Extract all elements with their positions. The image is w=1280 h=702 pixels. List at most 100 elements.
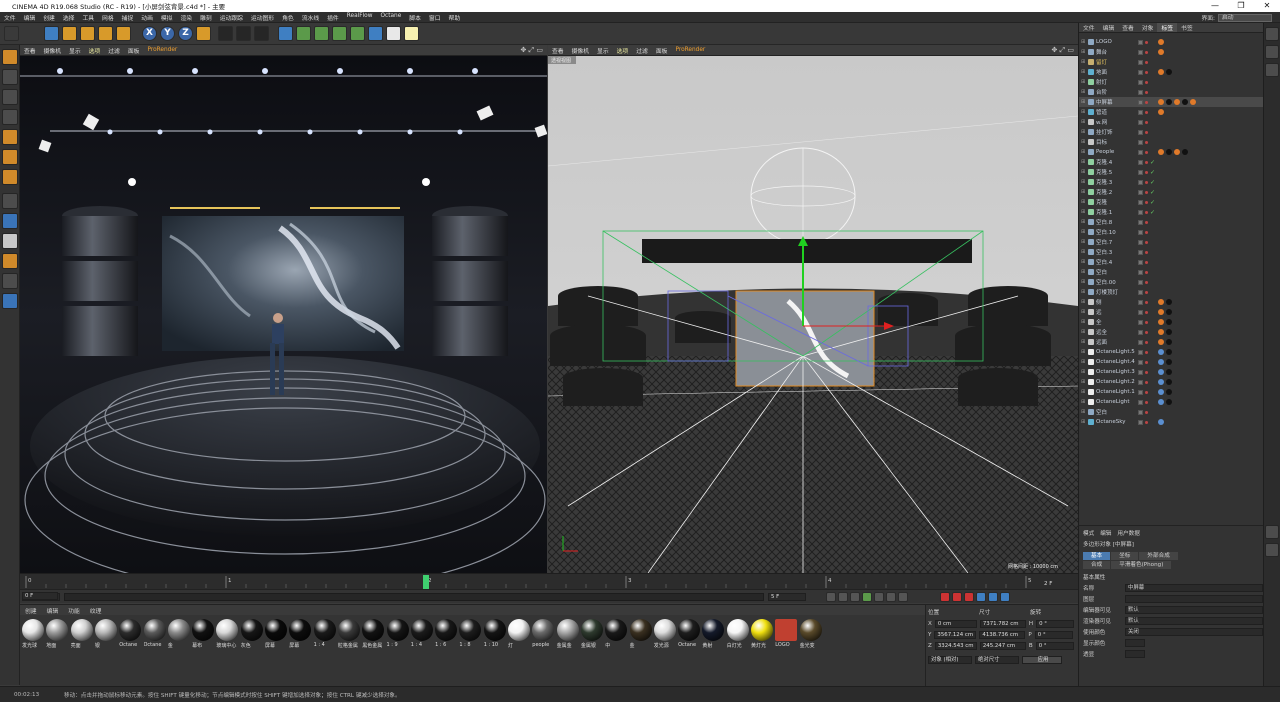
material-swatch[interactable]: 屏幕 <box>289 619 312 651</box>
render-dot-icon[interactable] <box>1145 130 1148 134</box>
visibility-icon[interactable] <box>1138 99 1143 105</box>
object-row[interactable]: ⊞ 克隆.4 ✓ <box>1079 157 1264 167</box>
menu-item[interactable]: RealFlow <box>343 13 377 22</box>
expand-toggle-icon[interactable]: ⊞ <box>1081 359 1085 365</box>
menu-item[interactable]: 创建 <box>39 13 59 22</box>
visibility-icon[interactable] <box>1138 369 1143 375</box>
tag-icon[interactable] <box>1166 399 1172 405</box>
render-dot-icon[interactable] <box>1145 340 1148 344</box>
material-swatch[interactable]: 发光球 <box>22 619 44 651</box>
visibility-icon[interactable] <box>1138 379 1143 385</box>
object-row[interactable]: ⊞ OctaneLight.1 <box>1079 387 1264 397</box>
object-row[interactable]: ⊞ w.网 <box>1079 117 1264 127</box>
tag-icon[interactable] <box>1158 69 1164 75</box>
tag-icon[interactable] <box>1158 149 1164 155</box>
spline-pen-icon[interactable] <box>296 26 311 41</box>
tag-icon[interactable] <box>1174 99 1180 105</box>
material-swatch[interactable]: 亮面 <box>70 619 93 651</box>
autokey-icon[interactable] <box>952 592 962 602</box>
menu-item[interactable]: 运动跟踪 <box>216 13 247 22</box>
objects-tab-icon[interactable] <box>1265 27 1279 41</box>
visibility-icon[interactable] <box>1138 49 1143 55</box>
vp2-menu-display[interactable]: 显示 <box>593 46 613 55</box>
material-swatch[interactable]: 白灯光 <box>726 619 749 651</box>
visibility-icon[interactable] <box>1138 339 1143 345</box>
material-swatch[interactable]: 屏幕 <box>265 619 287 651</box>
coord-size-field[interactable]: 245.247 cm <box>979 641 1026 650</box>
nurbs-icon[interactable] <box>314 26 329 41</box>
visibility-icon[interactable] <box>1138 79 1143 85</box>
render-dot-icon[interactable] <box>1145 210 1148 214</box>
snap-icon[interactable] <box>2 233 18 249</box>
enabled-check-icon[interactable]: ✓ <box>1150 209 1155 216</box>
tag-icon[interactable] <box>1166 369 1172 375</box>
tag-icon[interactable] <box>1166 339 1172 345</box>
expand-toggle-icon[interactable]: ⊞ <box>1081 89 1085 95</box>
coord-mode-select[interactable]: 对象 (相对) <box>928 655 972 664</box>
expand-toggle-icon[interactable]: ⊞ <box>1081 149 1085 155</box>
layout-select[interactable]: 启动 <box>1218 13 1272 22</box>
material-menu-item[interactable]: 创建 <box>20 606 42 615</box>
object-row[interactable]: ⊞ 克隆.3 ✓ <box>1079 177 1264 187</box>
next-frame-icon[interactable] <box>874 592 884 602</box>
position-key-icon[interactable] <box>976 592 986 602</box>
render-dot-icon[interactable] <box>1145 200 1148 204</box>
viewport-perspective[interactable]: 查看 摄像机 显示 选项 过滤 面板 ProRender ✥ ⤢ ▭ 透视视图 <box>548 45 1078 573</box>
tag-icon[interactable] <box>1158 99 1164 105</box>
object-manager-tab[interactable]: 对象 <box>1138 23 1158 32</box>
tag-icon[interactable] <box>1158 39 1164 45</box>
visibility-icon[interactable] <box>1138 419 1143 425</box>
object-row[interactable]: ⊞ People <box>1079 147 1264 157</box>
render-dot-icon[interactable] <box>1145 260 1148 264</box>
menu-item[interactable]: Octane <box>376 13 405 22</box>
tag-icon[interactable] <box>1158 299 1164 305</box>
material-swatch[interactable]: LOGO <box>775 619 798 651</box>
render-dot-icon[interactable] <box>1145 180 1148 184</box>
record-key-icon[interactable] <box>940 592 950 602</box>
current-frame-field[interactable]: 0 F <box>22 592 58 600</box>
tag-icon[interactable] <box>1166 149 1172 155</box>
rotation-key-icon[interactable] <box>1000 592 1010 602</box>
menu-item[interactable]: 帮助 <box>445 13 465 22</box>
coord-position-field[interactable]: 0 cm <box>934 619 977 628</box>
material-swatch[interactable]: 1 : 8 <box>459 619 482 651</box>
expand-toggle-icon[interactable]: ⊞ <box>1081 179 1085 185</box>
object-row[interactable]: ⊞ OctaneLight.4 <box>1079 357 1264 367</box>
render-dot-icon[interactable] <box>1145 60 1148 64</box>
attribute-field-value[interactable] <box>1125 594 1263 603</box>
tag-icon[interactable] <box>1158 419 1164 425</box>
expand-toggle-icon[interactable]: ⊞ <box>1081 369 1085 375</box>
tag-icon[interactable] <box>1190 99 1196 105</box>
menu-item[interactable]: 捕捉 <box>118 13 138 22</box>
visibility-icon[interactable] <box>1138 299 1143 305</box>
material-swatch[interactable]: 灯 <box>508 619 530 651</box>
menu-item[interactable]: 模拟 <box>157 13 177 22</box>
menu-item[interactable]: 渲染 <box>176 13 196 22</box>
vp1-menu-options[interactable]: 选项 <box>85 46 105 55</box>
attribute-tab[interactable]: 平滑着色(Phong) <box>1111 560 1172 569</box>
object-row[interactable]: ⊞ 远 <box>1079 307 1264 317</box>
material-swatch[interactable]: 金属金 <box>556 619 579 651</box>
render-dot-icon[interactable] <box>1145 90 1148 94</box>
vp2-menu-options[interactable]: 选项 <box>613 46 633 55</box>
render-dot-icon[interactable] <box>1145 100 1148 104</box>
object-manager-tab[interactable]: 标签 <box>1157 23 1178 32</box>
render-view-icon[interactable] <box>218 26 233 41</box>
visibility-icon[interactable] <box>1138 289 1143 295</box>
z-axis-lock-icon[interactable]: Z <box>178 26 193 41</box>
expand-toggle-icon[interactable]: ⊞ <box>1081 169 1085 175</box>
visibility-icon[interactable] <box>1138 329 1143 335</box>
visibility-icon[interactable] <box>1138 109 1143 115</box>
render-dot-icon[interactable] <box>1145 70 1148 74</box>
object-row[interactable]: ⊞ 中屏幕 <box>1079 97 1264 107</box>
object-row[interactable]: ⊞ 空白 <box>1079 407 1264 417</box>
object-row[interactable]: ⊞ 目标 <box>1079 137 1264 147</box>
enabled-check-icon[interactable]: ✓ <box>1150 159 1155 166</box>
vp1-menu-display[interactable]: 显示 <box>65 46 85 55</box>
goto-end-icon[interactable] <box>898 592 908 602</box>
visibility-icon[interactable] <box>1138 399 1143 405</box>
minimize-button[interactable]: — <box>1202 0 1228 12</box>
object-row[interactable]: ⊞ 空白.3 <box>1079 247 1264 257</box>
expand-toggle-icon[interactable]: ⊞ <box>1081 409 1085 415</box>
attribute-field-value[interactable]: 关闭 <box>1125 627 1263 636</box>
